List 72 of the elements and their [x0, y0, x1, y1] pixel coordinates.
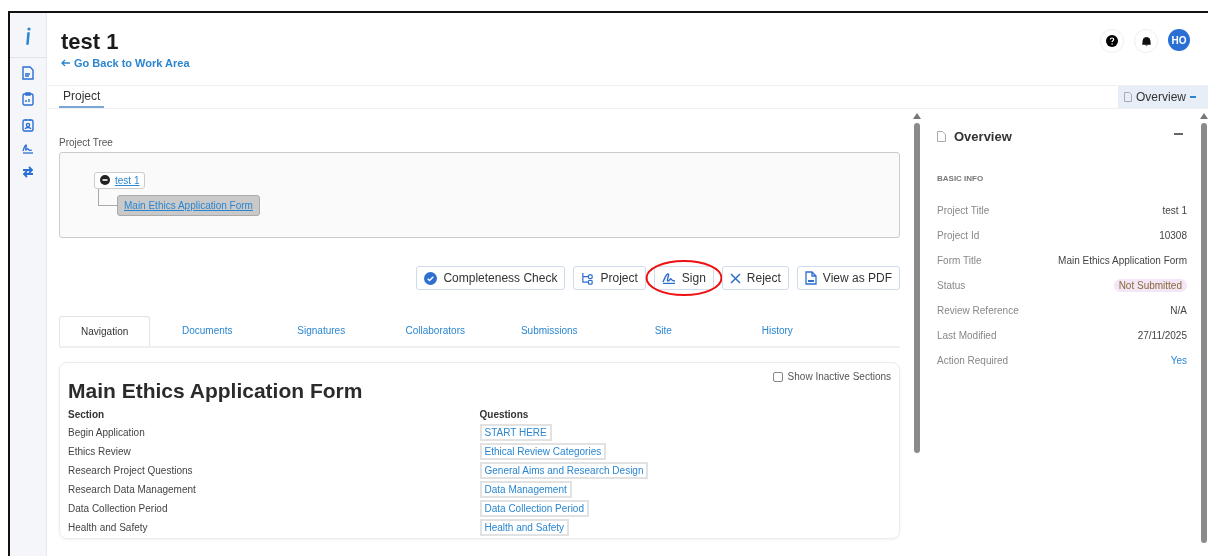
section-label: Project Tree	[59, 137, 114, 148]
help-icon	[1106, 35, 1118, 47]
table-cell: Research Data Management	[68, 481, 480, 500]
user-avatar[interactable]: HO	[1168, 29, 1190, 51]
column-header: Questions	[479, 409, 891, 424]
question-link[interactable]: Data Management	[479, 481, 572, 498]
section-tab[interactable]: Signatures	[264, 316, 379, 346]
close-icon	[729, 272, 741, 284]
section-tab[interactable]: History	[720, 316, 835, 346]
field-link[interactable]: Yes	[1170, 354, 1187, 366]
field-value: Main Ethics Application Form	[1058, 254, 1187, 266]
action-button[interactable]: View as PDF	[796, 266, 900, 290]
form-title: Main Ethics Application Form	[68, 379, 364, 403]
overview-toggle[interactable]: Overview	[1118, 86, 1208, 108]
action-button[interactable]: Completeness Check	[416, 266, 566, 290]
pdf-file-icon	[804, 271, 817, 285]
document-icon[interactable]	[22, 66, 34, 80]
table-cell: Data Collection Period	[68, 500, 480, 519]
column-header: Section	[68, 409, 480, 424]
contact-card-icon[interactable]	[22, 118, 34, 132]
table-cell: Research Project Questions	[68, 462, 480, 481]
question-link[interactable]: Ethical Review Categories	[479, 443, 607, 460]
section-tab[interactable]: Documents	[150, 316, 265, 346]
help-button[interactable]	[1100, 29, 1124, 53]
field-value: N/A	[1170, 304, 1187, 316]
tab[interactable]: Project	[59, 86, 105, 108]
field-label: Last Modified	[937, 329, 997, 341]
field-value: 27/11/2025	[1137, 329, 1187, 341]
section-tab[interactable]: Collaborators	[378, 316, 493, 346]
clipboard-icon[interactable]	[22, 92, 34, 106]
logo-icon[interactable]	[25, 27, 31, 45]
tree-node[interactable]: Main Ethics Application Form	[117, 195, 260, 216]
field-value: 10308	[1159, 229, 1187, 241]
table-cell: Ethics Review	[68, 443, 480, 462]
field-label: Form Title	[937, 254, 982, 266]
checkbox-label: Show Inactive Sections	[787, 371, 891, 382]
arrow-left-icon	[61, 59, 70, 67]
page-title: test 1	[61, 29, 120, 55]
section-tab[interactable]: Site	[606, 316, 721, 346]
question-link[interactable]: START HERE	[479, 424, 552, 441]
bell-icon	[1141, 36, 1151, 46]
status-badge: Not Submitted	[1113, 278, 1187, 292]
tree-node[interactable]: test 1	[94, 171, 146, 189]
hierarchy-icon	[581, 271, 595, 285]
action-button[interactable]: Sign	[653, 266, 714, 290]
section-heading: BASIC INFO	[937, 174, 985, 183]
document-icon	[1124, 92, 1132, 102]
question-link[interactable]: General Aims and Research Design	[479, 462, 649, 479]
swap-arrows-icon[interactable]	[22, 166, 34, 178]
table-cell: Health and Safety	[68, 519, 480, 538]
action-button[interactable]: Reject	[721, 266, 789, 290]
table-cell: Begin Application	[68, 424, 480, 443]
checkbox[interactable]	[772, 371, 783, 382]
field-label: Action Required	[937, 354, 1009, 366]
action-button[interactable]: Project	[573, 266, 646, 290]
field-label: Project Title	[937, 204, 990, 216]
signature-icon[interactable]	[22, 144, 34, 154]
question-link[interactable]: Data Collection Period	[479, 500, 589, 517]
question-link[interactable]: Health and Safety	[479, 519, 569, 536]
check-circle-icon	[424, 271, 438, 285]
field-value: test 1	[1162, 204, 1187, 216]
panel-title: Overview	[954, 129, 1012, 144]
field-label: Review Reference	[937, 304, 1019, 316]
back-link[interactable]: Go Back to Work Area	[61, 57, 190, 69]
notifications-button[interactable]	[1134, 29, 1158, 53]
section-tab[interactable]: Navigation	[59, 316, 151, 346]
signature-icon	[661, 272, 676, 284]
collapse-icon[interactable]	[100, 175, 110, 185]
section-tab[interactable]: Submissions	[492, 316, 607, 346]
field-label: Status	[937, 279, 966, 291]
field-label: Project Id	[937, 229, 980, 241]
document-icon	[937, 131, 946, 142]
